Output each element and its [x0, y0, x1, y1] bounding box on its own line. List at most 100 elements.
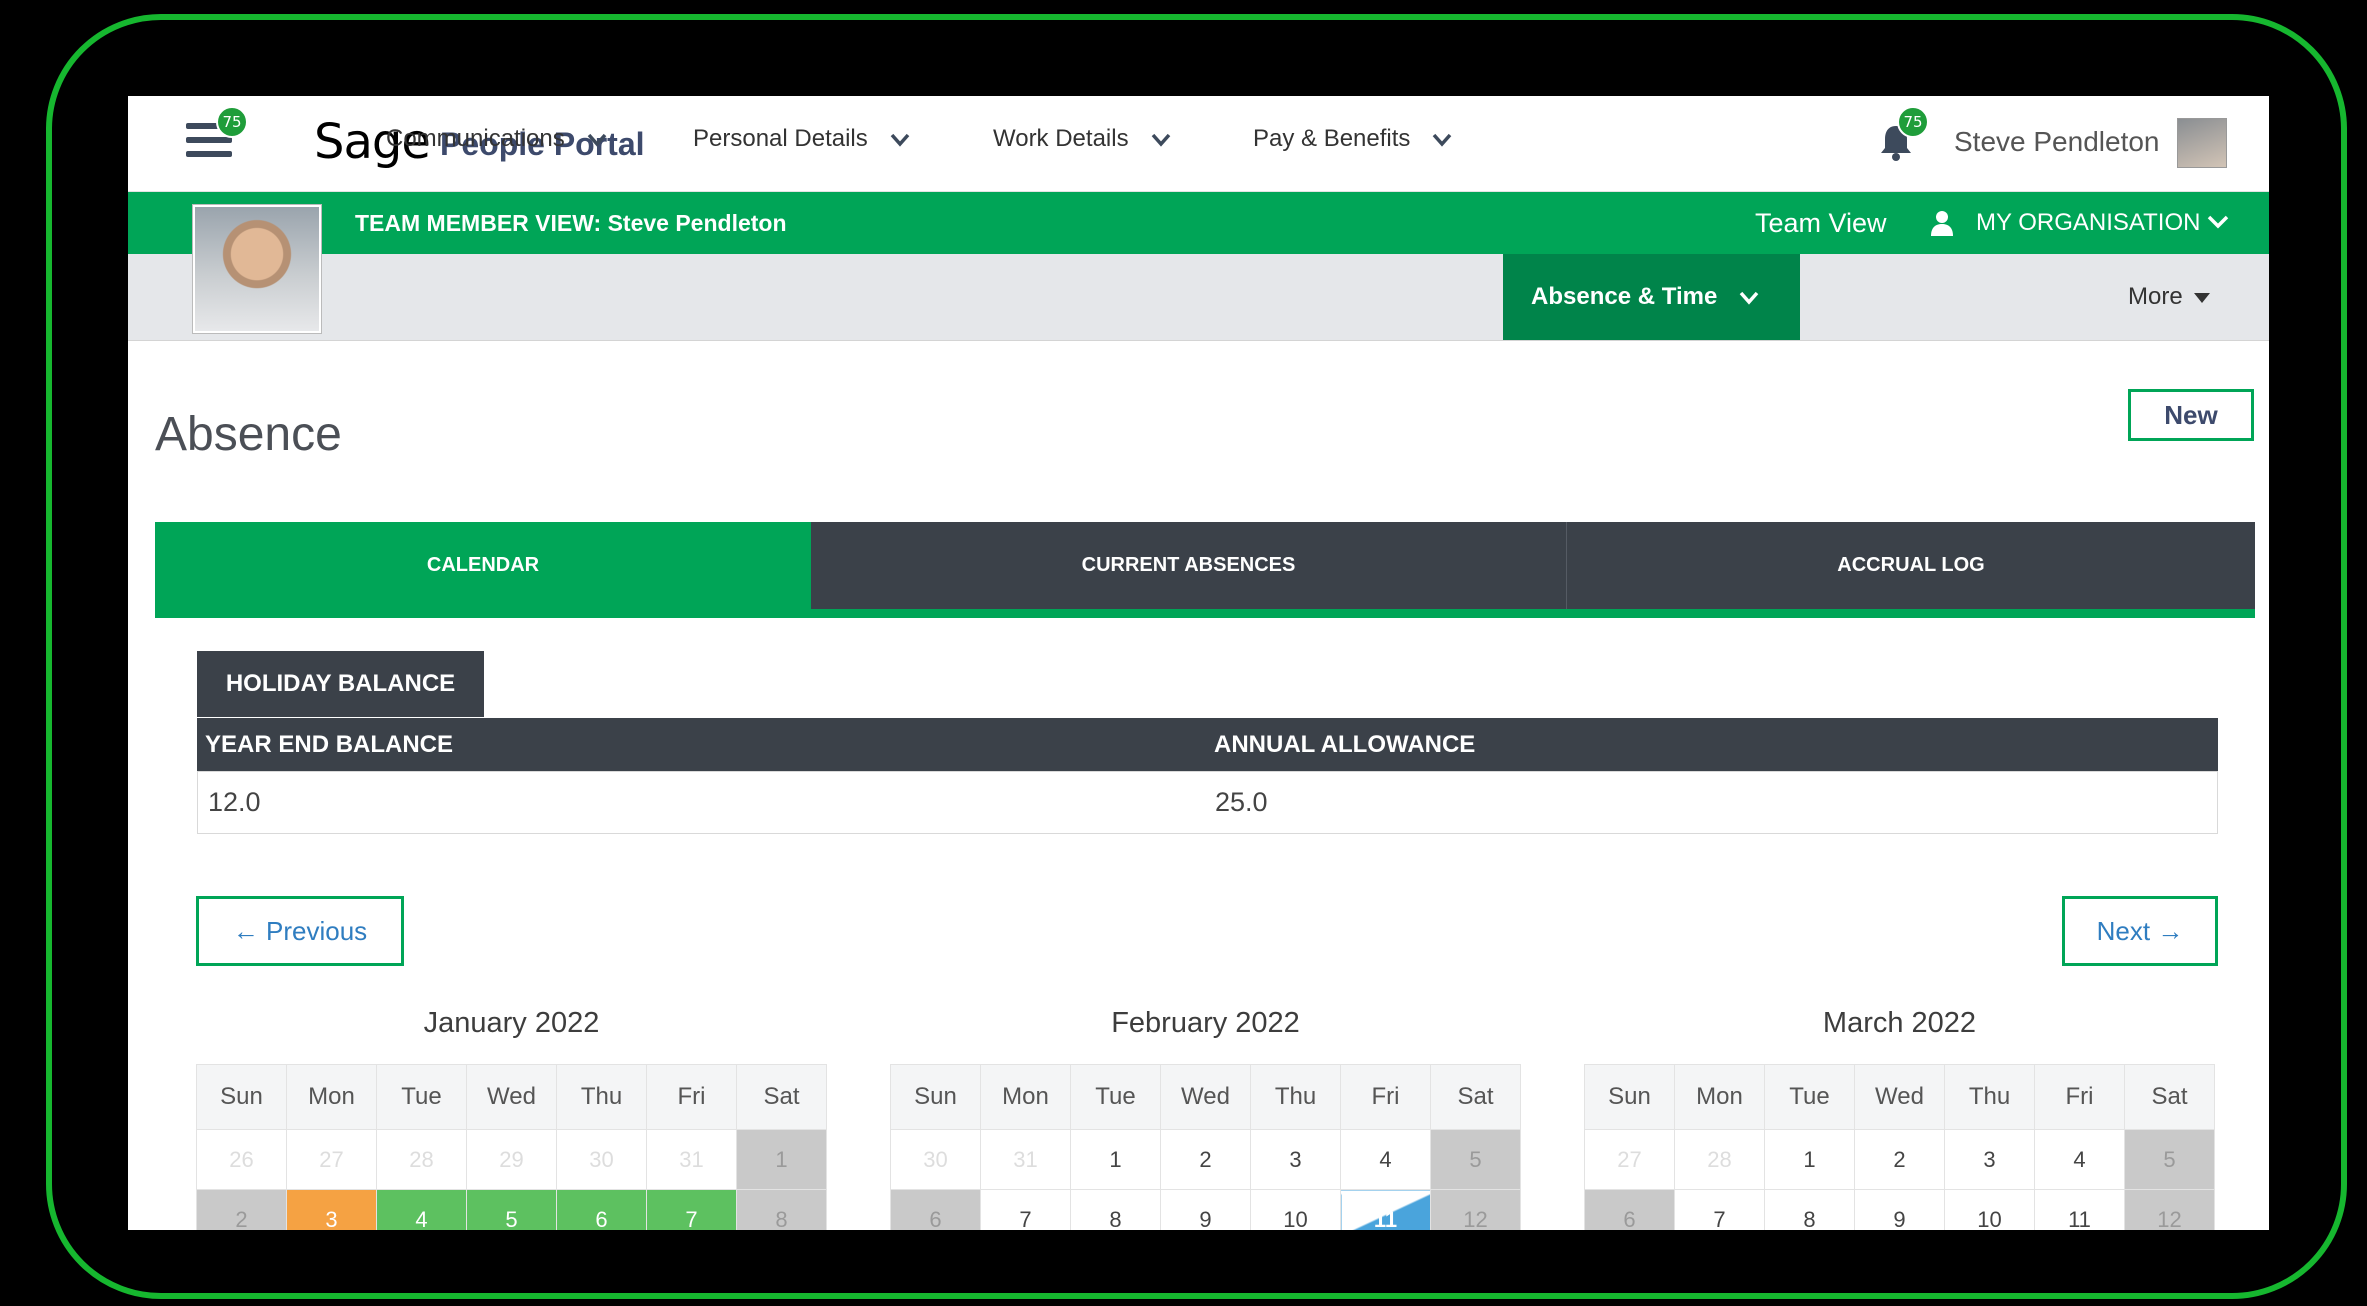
calendar-march: Sun Mon Tue Wed Thu Fri Sat 27 28 1 2 3 …: [1584, 1064, 2215, 1230]
calendar-day-weekend[interactable]: 5: [1430, 1129, 1521, 1190]
nav-label: Personal Details: [693, 125, 868, 152]
month-title: March 2022: [1822, 1007, 1977, 1039]
weekday-header: Sun Mon Tue Wed Thu Fri Sat: [890, 1064, 1521, 1130]
profile-photo: [193, 205, 321, 333]
user-name[interactable]: Steve Pendleton: [1954, 126, 2160, 158]
calendar-day-weekend[interactable]: 8: [736, 1189, 827, 1230]
calendar-day[interactable]: 31: [980, 1129, 1071, 1190]
nav-label: Work Details: [993, 125, 1129, 152]
calendar-day[interactable]: 28: [1674, 1129, 1765, 1190]
chevron-down-icon[interactable]: [2207, 214, 2229, 230]
new-absence-button[interactable]: New: [2128, 389, 2254, 441]
previous-button[interactable]: ← Previous: [196, 896, 404, 966]
calendar-day[interactable]: 3: [1250, 1129, 1341, 1190]
weekday-label: Sun: [196, 1064, 287, 1130]
holiday-balance-tab[interactable]: HOLIDAY BALANCE: [197, 651, 484, 717]
calendar-day[interactable]: 8: [1764, 1189, 1855, 1230]
calendar-day[interactable]: 9: [1160, 1189, 1251, 1230]
notification-badge: 75: [1897, 106, 1929, 138]
user-avatar[interactable]: [2177, 118, 2227, 168]
calendar-february: Sun Mon Tue Wed Thu Fri Sat 30 31 1 2 3 …: [890, 1064, 1521, 1230]
my-organisation-menu[interactable]: MY ORGANISATION: [1976, 209, 2200, 237]
chevron-down-icon: [890, 133, 910, 147]
calendar-day[interactable]: 3: [1944, 1129, 2035, 1190]
nav-work-details[interactable]: Work Details: [993, 96, 1171, 182]
nav-label: Absence & Time: [1531, 283, 1718, 310]
next-button[interactable]: Next →: [2062, 896, 2218, 966]
holiday-balance-row: 12.0 25.0: [197, 771, 2218, 834]
weekday-label: Tue: [376, 1064, 467, 1130]
nav-pay-benefits[interactable]: Pay & Benefits: [1253, 96, 1452, 182]
calendar-day[interactable]: 7: [1674, 1189, 1765, 1230]
calendar-day-absence[interactable]: 4: [376, 1189, 467, 1230]
weekday-label: Sat: [2124, 1064, 2215, 1130]
calendar-day[interactable]: 9: [1854, 1189, 1945, 1230]
weekday-label: Tue: [1764, 1064, 1855, 1130]
calendar-day[interactable]: 1: [1070, 1129, 1161, 1190]
weekday-label: Wed: [1160, 1064, 1251, 1130]
weekday-label: Thu: [1250, 1064, 1341, 1130]
weekday-label: Tue: [1070, 1064, 1161, 1130]
week-row: 2 3 4 5 6 7 8: [196, 1189, 827, 1230]
person-icon: [1931, 211, 1953, 236]
calendar-day[interactable]: 2: [1854, 1129, 1945, 1190]
calendar-day[interactable]: 28: [376, 1129, 467, 1190]
nav-absence-time[interactable]: Absence & Time: [1503, 254, 1800, 340]
tab-current-absences[interactable]: CURRENT ABSENCES: [811, 522, 1566, 609]
calendar-day[interactable]: 10: [1250, 1189, 1341, 1230]
more-label: More: [2128, 283, 2183, 310]
weekday-label: Thu: [1944, 1064, 2035, 1130]
weekday-label: Fri: [2034, 1064, 2125, 1130]
annual-allowance-value: 25.0: [1215, 787, 1268, 817]
weekday-header: Sun Mon Tue Wed Thu Fri Sat: [1584, 1064, 2215, 1130]
weekday-label: Wed: [466, 1064, 557, 1130]
month-title: February 2022: [1111, 1007, 1300, 1039]
calendar-day-weekend[interactable]: 5: [2124, 1129, 2215, 1190]
team-view-link[interactable]: Team View: [1755, 208, 1887, 239]
calendar-day[interactable]: 10: [1944, 1189, 2035, 1230]
calendar-day-absence[interactable]: 7: [646, 1189, 737, 1230]
calendar-day[interactable]: 8: [1070, 1189, 1161, 1230]
calendar-day[interactable]: 30: [556, 1129, 647, 1190]
calendar-day[interactable]: 7: [980, 1189, 1071, 1230]
calendar-day[interactable]: 2: [1160, 1129, 1251, 1190]
calendar-day[interactable]: 1: [1764, 1129, 1855, 1190]
nav-communications[interactable]: Communications: [386, 96, 607, 182]
calendar-day[interactable]: 27: [286, 1129, 377, 1190]
nav-personal-details[interactable]: Personal Details: [693, 96, 910, 182]
chevron-down-icon: [1433, 133, 1452, 147]
weekday-label: Thu: [556, 1064, 647, 1130]
calendar-day[interactable]: 27: [1584, 1129, 1675, 1190]
week-row: 26 27 28 29 30 31 1: [196, 1129, 827, 1190]
calendar-day[interactable]: 4: [1340, 1129, 1431, 1190]
calendar-day[interactable]: 26: [196, 1129, 287, 1190]
calendar-day[interactable]: 30: [890, 1129, 981, 1190]
main-nav: [128, 254, 2269, 341]
calendar-january: Sun Mon Tue Wed Thu Fri Sat 26 27 28 29 …: [196, 1064, 827, 1230]
calendar-day[interactable]: 29: [466, 1129, 557, 1190]
weekday-label: Wed: [1854, 1064, 1945, 1130]
column-header-year-end-balance: YEAR END BALANCE: [205, 731, 454, 758]
weekday-label: Mon: [980, 1064, 1071, 1130]
calendar-day-half-day[interactable]: 11: [1340, 1189, 1431, 1230]
tab-calendar[interactable]: CALENDAR: [155, 522, 811, 609]
calendar-day-weekend[interactable]: 6: [890, 1189, 981, 1230]
calendar-day-holiday[interactable]: 3: [286, 1189, 377, 1230]
calendar-day[interactable]: 11: [2034, 1189, 2125, 1230]
nav-label: Pay & Benefits: [1253, 125, 1411, 152]
calendar-day-weekend[interactable]: 2: [196, 1189, 287, 1230]
calendar-day-weekend[interactable]: 6: [1584, 1189, 1675, 1230]
weekday-label: Fri: [1340, 1064, 1431, 1130]
calendar-day-absence[interactable]: 6: [556, 1189, 647, 1230]
calendar-day[interactable]: 31: [646, 1129, 737, 1190]
week-row: 6 7 8 9 10 11 12: [890, 1189, 1521, 1230]
calendar-day-weekend[interactable]: 12: [1430, 1189, 1521, 1230]
calendar-day-absence[interactable]: 5: [466, 1189, 557, 1230]
calendar-day-weekend[interactable]: 1: [736, 1129, 827, 1190]
tab-accrual-log[interactable]: ACCRUAL LOG: [1567, 522, 2255, 609]
column-header-annual-allowance: ANNUAL ALLOWANCE: [1214, 731, 1476, 758]
more-menu[interactable]: More: [2128, 254, 2211, 340]
calendar-day-weekend[interactable]: 12: [2124, 1189, 2215, 1230]
weekday-label: Mon: [1674, 1064, 1765, 1130]
calendar-day[interactable]: 4: [2034, 1129, 2125, 1190]
